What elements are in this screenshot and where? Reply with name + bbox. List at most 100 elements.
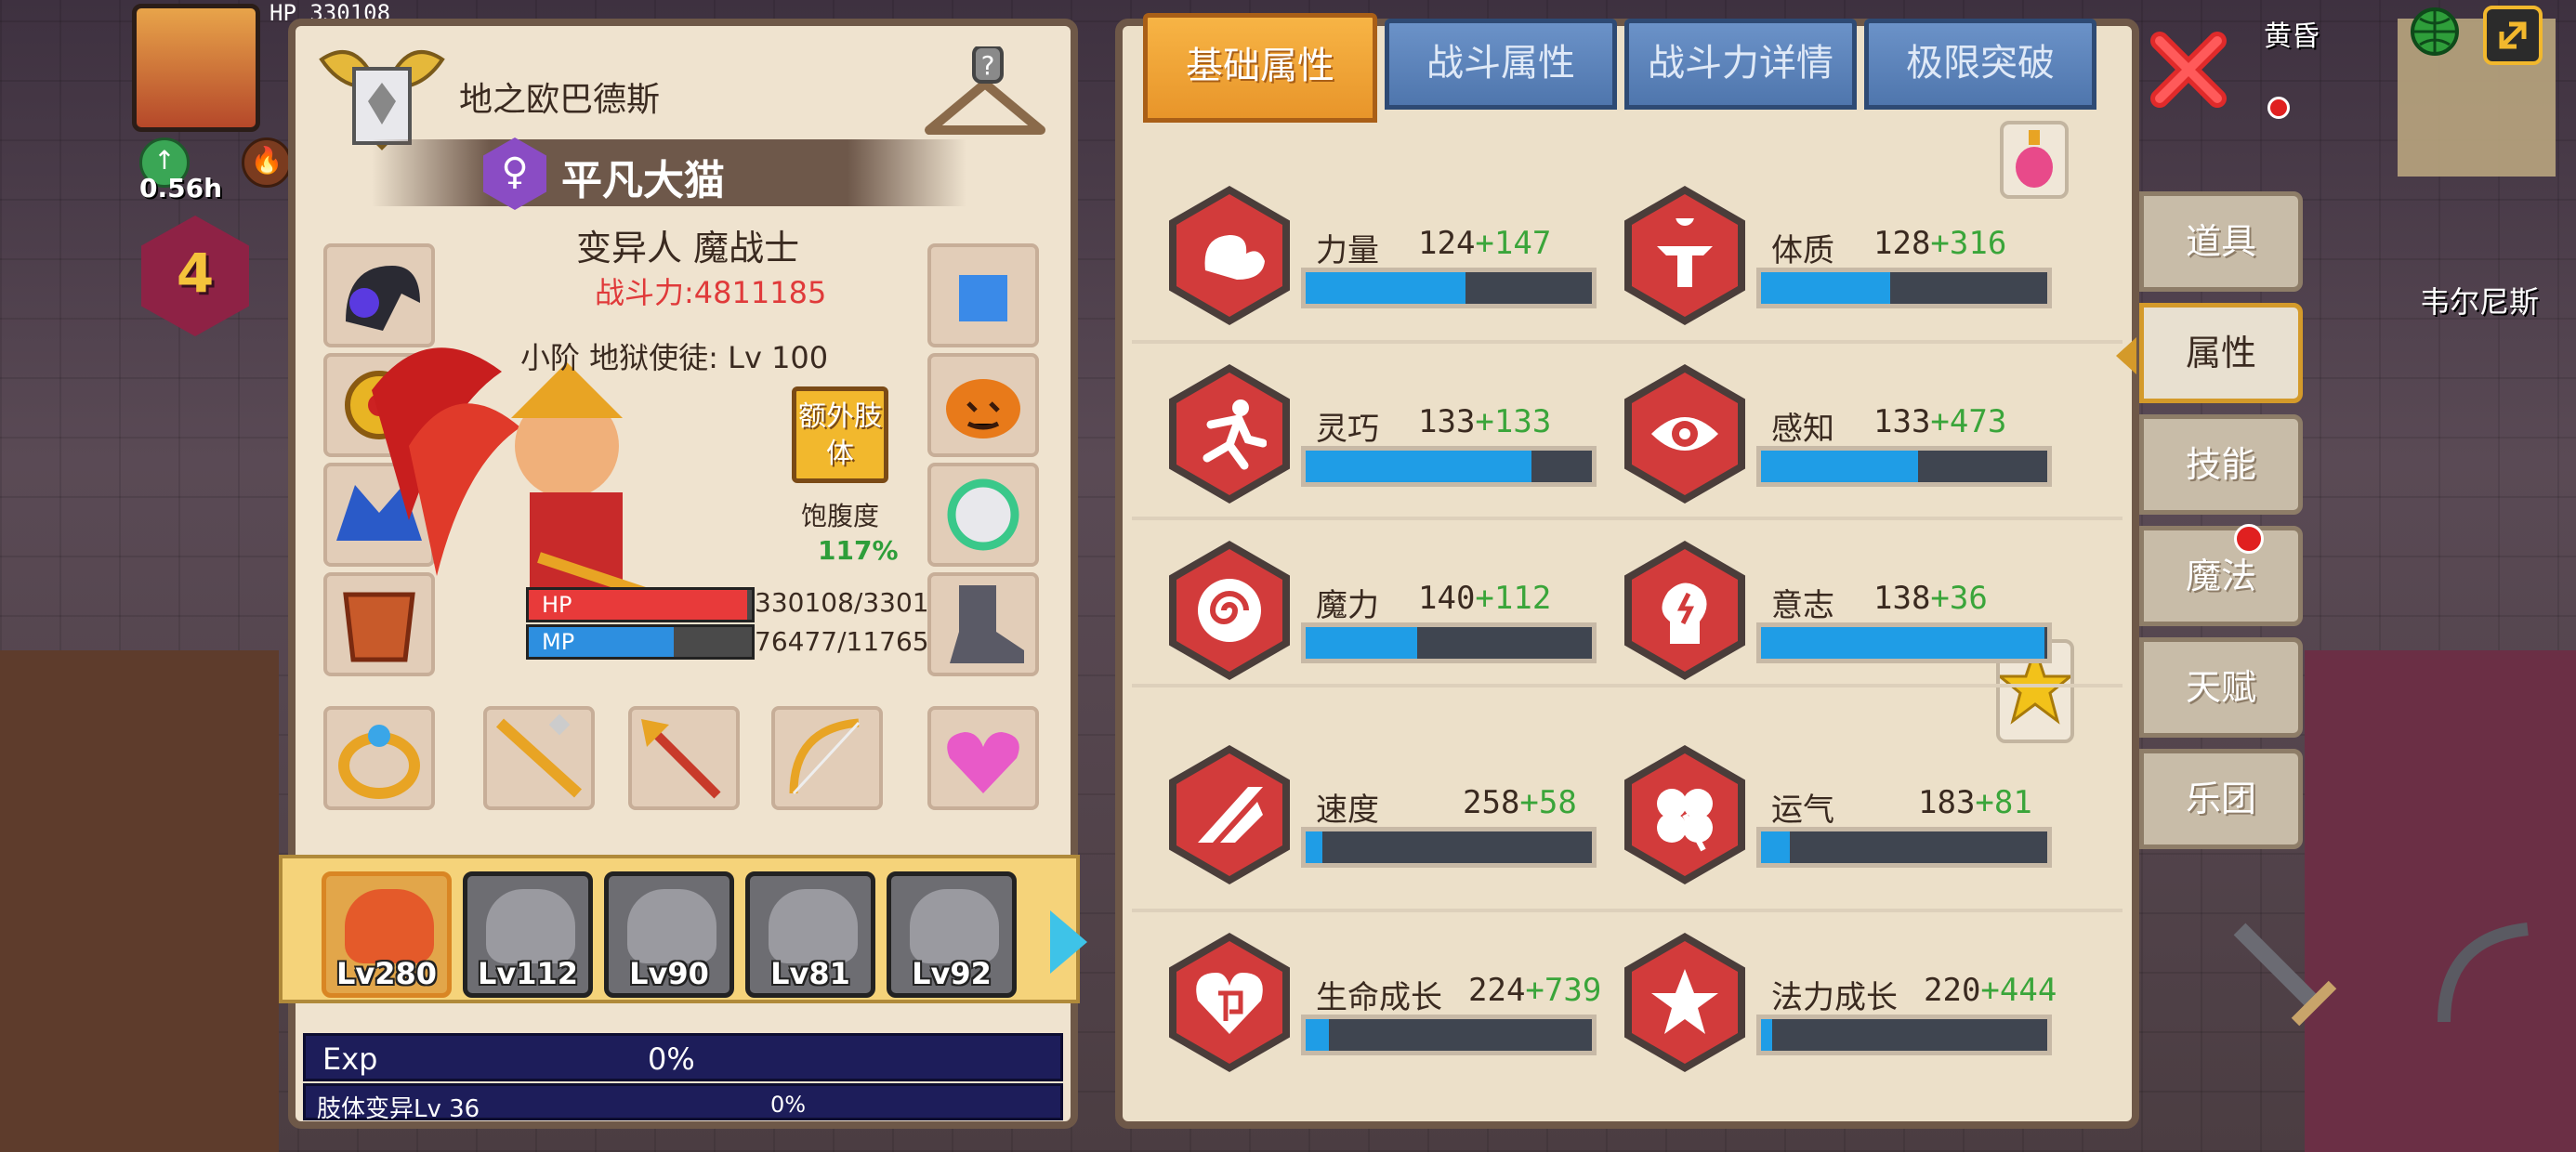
stat-bar — [1301, 622, 1597, 663]
rank-text: 小阶 地狱使徒: Lv 100 — [520, 340, 829, 375]
party-member-avatar — [910, 889, 999, 963]
mp-bar: MP — [526, 624, 755, 660]
side-menu-item[interactable]: 道具 — [2139, 191, 2303, 292]
stat-bar — [1756, 1015, 2052, 1055]
svg-text:?: ? — [981, 50, 995, 81]
stat-row-divider — [1132, 909, 2123, 912]
stat-name: 魔力 — [1316, 587, 1379, 624]
tab-1[interactable]: 战斗属性 — [1385, 19, 1617, 110]
stat-value: 224+739 — [1468, 972, 1602, 1009]
equip-slot-gloves[interactable] — [927, 243, 1039, 347]
stat-name: 体质 — [1771, 232, 1834, 269]
equip-slot-charm[interactable] — [927, 706, 1039, 810]
satiety-value: 117% — [818, 535, 899, 566]
stat-bar — [1756, 827, 2052, 868]
stat-bar — [1756, 268, 2052, 308]
stat-name: 灵巧 — [1316, 411, 1379, 448]
stat-value: 138+36 — [1873, 580, 1988, 617]
hud-time: 0.56h — [139, 173, 223, 203]
party-member-avatar — [769, 889, 858, 963]
combat-power: 战斗力:4811185 — [595, 275, 827, 310]
wardrobe-hanger-icon[interactable]: ? — [920, 46, 1050, 149]
exp-value: 0% — [648, 1041, 695, 1077]
stat-value: 133+473 — [1873, 403, 2007, 440]
stat-name: 运气 — [1771, 792, 1834, 829]
party-member-card[interactable]: Lv112 — [463, 871, 593, 998]
potion-icon — [2016, 130, 2053, 188]
character-class: 变异人 魔战士 — [576, 228, 800, 268]
staff-icon — [495, 713, 583, 798]
equip-slot-mirror[interactable] — [927, 463, 1039, 567]
equip-slot-bow[interactable] — [771, 706, 883, 810]
stat-bar — [1301, 268, 1597, 308]
heart-charm-icon — [947, 732, 1019, 793]
party-member-level: Lv112 — [477, 956, 579, 991]
tab-2[interactable]: 战斗力详情 — [1624, 19, 1857, 110]
helmet-icon — [346, 266, 420, 331]
stat-value: 183+81 — [1918, 784, 2032, 821]
expand-icon[interactable] — [2483, 6, 2543, 65]
close-icon[interactable] — [2147, 28, 2230, 111]
party-member-card[interactable]: Lv92 — [887, 871, 1017, 998]
stat-name: 生命成长 — [1316, 979, 1442, 1016]
side-menu-item[interactable]: 技能 — [2139, 414, 2303, 515]
party-member-avatar — [627, 889, 716, 963]
equip-slot-pumpkin[interactable] — [927, 353, 1039, 457]
guild-name: 地之欧巴德斯 — [459, 81, 661, 119]
fire-icon[interactable]: 🔥 — [242, 137, 292, 188]
boots-icon — [950, 585, 1024, 663]
equip-slot-spear[interactable] — [628, 706, 740, 810]
stat-name: 意志 — [1771, 587, 1834, 624]
background-building — [2305, 650, 2576, 1152]
limb-mutation-bar: 肢体变异Lv 36 0% — [303, 1083, 1063, 1123]
equip-slot-helmet[interactable] — [323, 243, 435, 347]
stat-value: 133+133 — [1418, 403, 1552, 440]
party-member-card[interactable]: Lv81 — [745, 871, 875, 998]
stat-row-divider — [1132, 684, 2123, 687]
stat-bar — [1301, 1015, 1597, 1055]
stat-row-divider — [1132, 340, 2123, 344]
stat-value: 124+147 — [1418, 225, 1552, 262]
hp-bar: HP — [526, 587, 755, 622]
potion-button[interactable] — [2000, 121, 2069, 199]
side-menu-item[interactable]: 属性 — [2116, 303, 2303, 403]
time-of-day: 黄昏 — [2264, 20, 2320, 53]
stat-value: 140+112 — [1418, 580, 1552, 617]
side-menu-item[interactable]: 天赋 — [2139, 637, 2303, 738]
sword-button-icon[interactable] — [2221, 910, 2351, 1041]
bow-icon — [789, 718, 861, 795]
tab-3[interactable]: 极限突破 — [1864, 19, 2096, 110]
mp-value: 76477/11765 — [755, 626, 929, 657]
party-next-arrow-icon[interactable] — [1050, 910, 1087, 974]
party-member-card[interactable]: Lv90 — [604, 871, 734, 998]
stat-bar — [1301, 446, 1597, 487]
equip-slot-staff[interactable] — [483, 706, 595, 810]
extra-limb-button[interactable]: 额外肢体 — [792, 386, 888, 483]
stat-bar — [1301, 827, 1597, 868]
gloves-icon — [959, 275, 1007, 321]
equip-slot-ring[interactable] — [323, 706, 435, 810]
stat-name: 感知 — [1771, 411, 1834, 448]
party-member-level: Lv81 — [770, 956, 850, 991]
notification-dot — [2234, 524, 2264, 554]
party-member-avatar — [345, 889, 434, 963]
tab-0[interactable]: 基础属性 — [1143, 13, 1377, 123]
globe-icon[interactable] — [2409, 6, 2461, 58]
stat-value: 220+444 — [1924, 972, 2057, 1009]
stat-value: 128+316 — [1873, 225, 2007, 262]
background-building — [0, 650, 279, 1152]
party-member-level: Lv92 — [912, 956, 992, 991]
ring-icon — [338, 725, 420, 799]
town-name: 韦尔尼斯 — [2420, 284, 2540, 320]
side-menu-item[interactable]: 魔法 — [2139, 526, 2303, 626]
bow-button-icon[interactable] — [2416, 910, 2546, 1041]
equip-slot-boots[interactable] — [927, 572, 1039, 676]
guild-emblem-icon — [319, 50, 445, 151]
stat-name: 法力成长 — [1771, 979, 1898, 1016]
character-name: 平凡大猫 — [561, 157, 725, 204]
stat-row-divider — [1132, 517, 2123, 520]
side-menu-item[interactable]: 乐团 — [2139, 749, 2303, 849]
player-portrait[interactable] — [132, 4, 260, 132]
party-member-card[interactable]: Lv280 — [322, 871, 452, 998]
stat-name: 速度 — [1316, 792, 1379, 829]
